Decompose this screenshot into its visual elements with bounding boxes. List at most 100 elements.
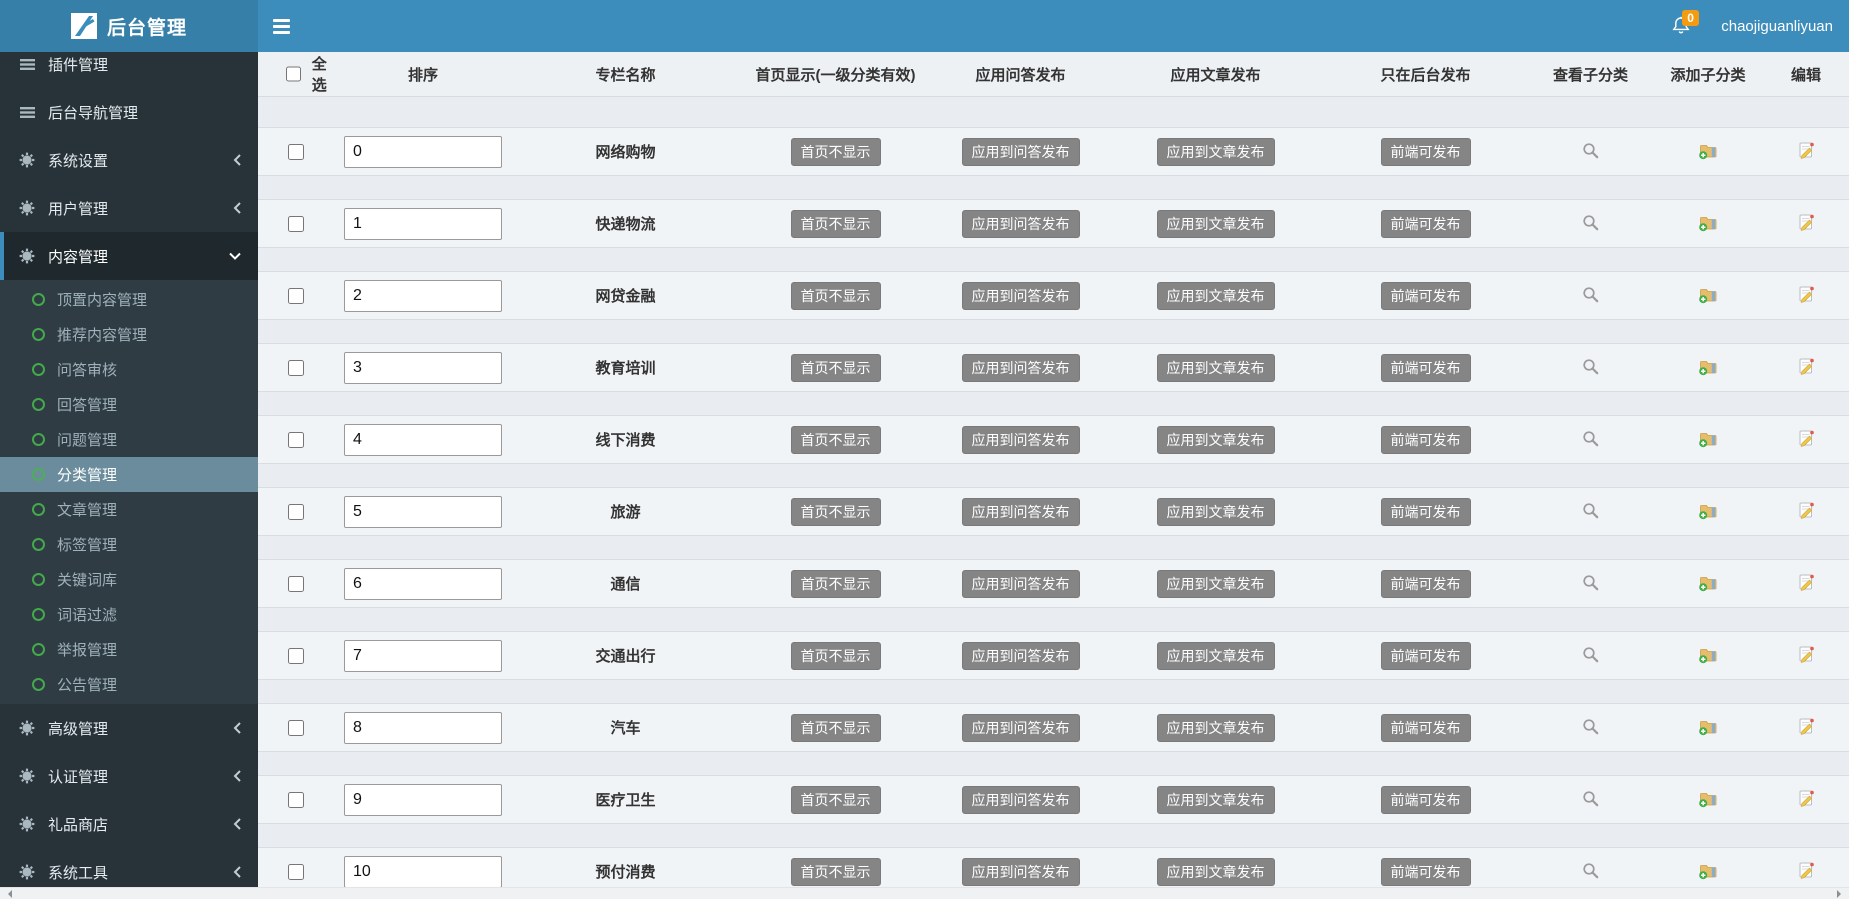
home-visibility-button[interactable]: 首页不显示 [790,209,881,238]
sort-input[interactable] [344,207,502,240]
edit-button[interactable] [1794,786,1818,813]
article-publish-button[interactable]: 应用到文章发布 [1156,425,1275,454]
frontend-publish-button[interactable]: 前端可发布 [1380,641,1471,670]
article-publish-button[interactable]: 应用到文章发布 [1156,209,1275,238]
row-checkbox[interactable] [287,431,304,448]
sort-input[interactable] [344,711,502,744]
add-subcategory-button[interactable] [1696,211,1720,237]
sort-input[interactable] [344,351,502,384]
frontend-publish-button[interactable]: 前端可发布 [1380,785,1471,814]
view-subcategory-button[interactable] [1579,283,1602,309]
sort-input[interactable] [344,135,502,168]
article-publish-button[interactable]: 应用到文章发布 [1156,785,1275,814]
home-visibility-button[interactable]: 首页不显示 [790,857,881,886]
row-checkbox[interactable] [287,359,304,376]
edit-button[interactable] [1794,642,1818,669]
home-visibility-button[interactable]: 首页不显示 [790,569,881,598]
qa-publish-button[interactable]: 应用到问答发布 [961,785,1080,814]
home-visibility-button[interactable]: 首页不显示 [790,137,881,166]
frontend-publish-button[interactable]: 前端可发布 [1380,569,1471,598]
view-subcategory-button[interactable] [1579,427,1602,453]
view-subcategory-button[interactable] [1579,787,1602,813]
home-visibility-button[interactable]: 首页不显示 [790,281,881,310]
row-checkbox[interactable] [287,719,304,736]
qa-publish-button[interactable]: 应用到问答发布 [961,209,1080,238]
qa-publish-button[interactable]: 应用到问答发布 [961,857,1080,886]
sidebar-subitem[interactable]: 关键词库 [0,562,258,597]
sidebar-subitem[interactable]: 公告管理 [0,667,258,702]
row-checkbox[interactable] [287,287,304,304]
qa-publish-button[interactable]: 应用到问答发布 [961,281,1080,310]
add-subcategory-button[interactable] [1696,715,1720,741]
sidebar-subitem[interactable]: 举报管理 [0,632,258,667]
edit-button[interactable] [1794,714,1818,741]
row-checkbox[interactable] [287,647,304,664]
sidebar-item[interactable]: 认证管理 [0,752,258,800]
notifications-button[interactable]: 0 [1671,10,1699,37]
sidebar-subitem[interactable]: 分类管理 [0,457,258,492]
view-subcategory-button[interactable] [1579,715,1602,741]
qa-publish-button[interactable]: 应用到问答发布 [961,569,1080,598]
add-subcategory-button[interactable] [1696,787,1720,813]
sidebar-subitem[interactable]: 回答管理 [0,387,258,422]
add-subcategory-button[interactable] [1696,283,1720,309]
article-publish-button[interactable]: 应用到文章发布 [1156,497,1275,526]
frontend-publish-button[interactable]: 前端可发布 [1380,353,1471,382]
qa-publish-button[interactable]: 应用到问答发布 [961,353,1080,382]
add-subcategory-button[interactable] [1696,427,1720,453]
add-subcategory-button[interactable] [1696,643,1720,669]
scrollbar-right-arrow-icon[interactable] [1837,889,1845,898]
select-all-checkbox[interactable] [286,66,301,82]
article-publish-button[interactable]: 应用到文章发布 [1156,353,1275,382]
row-checkbox[interactable] [287,503,304,520]
sidebar-toggle-button[interactable] [258,0,304,52]
qa-publish-button[interactable]: 应用到问答发布 [961,713,1080,742]
qa-publish-button[interactable]: 应用到问答发布 [961,137,1080,166]
scrollbar-left-arrow-icon[interactable] [4,889,12,898]
sidebar-subitem[interactable]: 文章管理 [0,492,258,527]
sidebar-subitem[interactable]: 推荐内容管理 [0,317,258,352]
sidebar-subitem[interactable]: 问题管理 [0,422,258,457]
edit-button[interactable] [1794,570,1818,597]
sort-input[interactable] [344,855,502,888]
view-subcategory-button[interactable] [1579,139,1602,165]
article-publish-button[interactable]: 应用到文章发布 [1156,569,1275,598]
edit-button[interactable] [1794,138,1818,165]
frontend-publish-button[interactable]: 前端可发布 [1380,713,1471,742]
row-checkbox[interactable] [287,791,304,808]
edit-button[interactable] [1794,426,1818,453]
view-subcategory-button[interactable] [1579,211,1602,237]
home-visibility-button[interactable]: 首页不显示 [790,785,881,814]
sidebar-item[interactable]: 用户管理 [0,184,258,232]
sort-input[interactable] [344,639,502,672]
qa-publish-button[interactable]: 应用到问答发布 [961,425,1080,454]
row-checkbox[interactable] [287,143,304,160]
sort-input[interactable] [344,783,502,816]
frontend-publish-button[interactable]: 前端可发布 [1380,857,1471,886]
qa-publish-button[interactable]: 应用到问答发布 [961,641,1080,670]
sidebar-item[interactable]: 系统设置 [0,136,258,184]
frontend-publish-button[interactable]: 前端可发布 [1380,425,1471,454]
home-visibility-button[interactable]: 首页不显示 [790,353,881,382]
add-subcategory-button[interactable] [1696,571,1720,597]
sort-input[interactable] [344,495,502,528]
view-subcategory-button[interactable] [1579,643,1602,669]
sort-input[interactable] [344,567,502,600]
add-subcategory-button[interactable] [1696,355,1720,381]
article-publish-button[interactable]: 应用到文章发布 [1156,137,1275,166]
edit-button[interactable] [1794,354,1818,381]
edit-button[interactable] [1794,282,1818,309]
sort-input[interactable] [344,279,502,312]
add-subcategory-button[interactable] [1696,499,1720,525]
frontend-publish-button[interactable]: 前端可发布 [1380,281,1471,310]
row-checkbox[interactable] [287,575,304,592]
horizontal-scrollbar[interactable] [0,887,1849,899]
home-visibility-button[interactable]: 首页不显示 [790,713,881,742]
view-subcategory-button[interactable] [1579,859,1602,885]
sidebar-subitem[interactable]: 词语过滤 [0,597,258,632]
sort-input[interactable] [344,423,502,456]
sidebar-item[interactable]: 高级管理 [0,704,258,752]
edit-button[interactable] [1794,858,1818,885]
sidebar-item[interactable]: 后台导航管理 [0,88,258,136]
view-subcategory-button[interactable] [1579,355,1602,381]
